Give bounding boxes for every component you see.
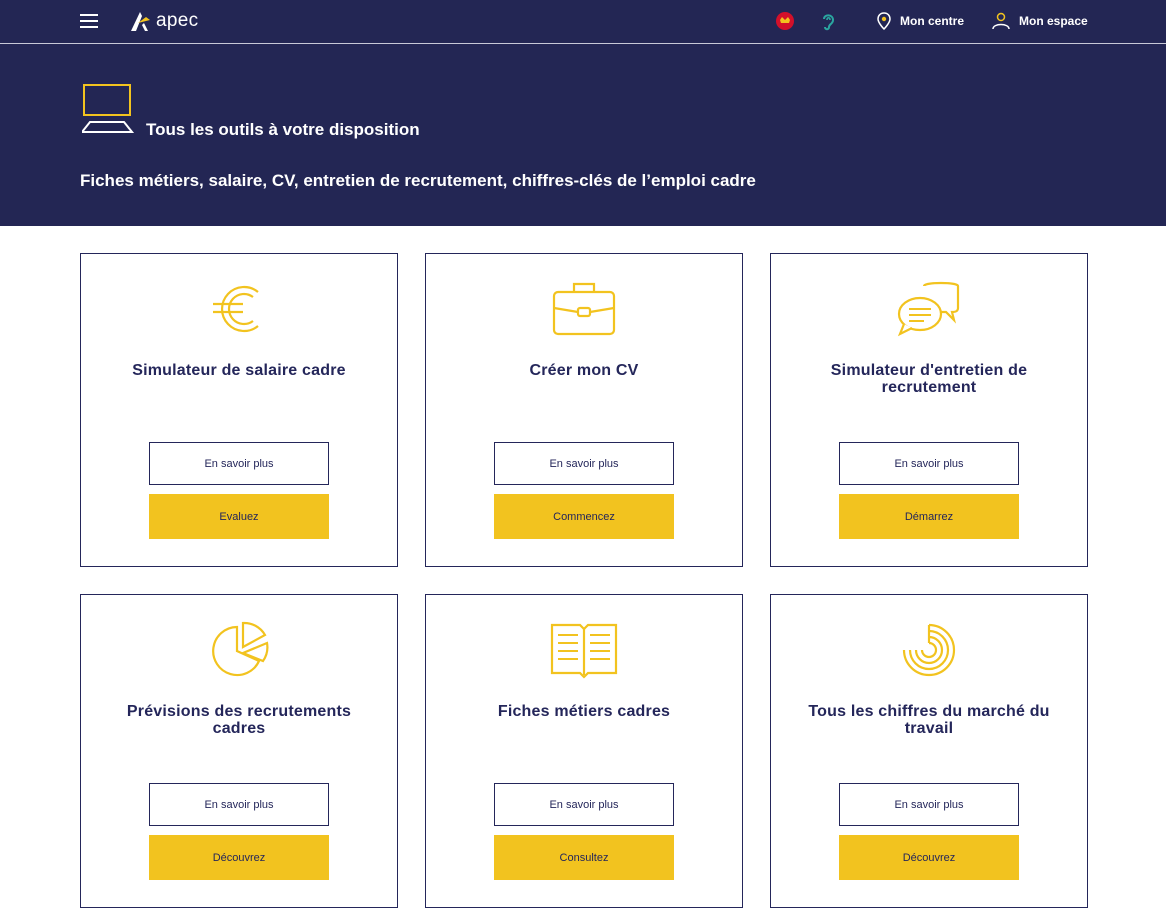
discover-button[interactable]: Découvrez [839,835,1019,880]
card-labor-market-figures: Tous les chiffres du marché du travail E… [770,594,1088,908]
top-navigation-bar: apec Mon centre Mon espace [0,0,1166,44]
card-job-sheets: Fiches métiers cadres En savoir plus Con… [425,594,743,908]
apec-logo-mark [131,12,150,31]
location-pin-icon [877,12,891,30]
nav-mon-espace-label: Mon espace [1019,14,1088,28]
hero-title: Tous les outils à votre disposition [146,120,420,139]
discover-button[interactable]: Découvrez [149,835,329,880]
user-icon [992,12,1010,30]
nav-mon-centre-label: Mon centre [900,14,965,28]
card-interview-simulator: Simulateur d'entretien de recrutement En… [770,253,1088,567]
hero-banner: Tous les outils à votre disposition Fich… [0,44,1166,226]
open-book-icon [426,621,742,679]
hearing-icon[interactable] [818,11,838,31]
apec-logo[interactable]: apec [128,8,198,34]
card-title: Fiches métiers cadres [497,703,671,720]
card-title: Créer mon CV [529,362,639,379]
evaluate-button[interactable]: Evaluez [149,494,329,539]
start-cv-button[interactable]: Commencez [494,494,674,539]
nav-mon-espace[interactable]: Mon espace [991,12,1088,30]
pie-chart-icon [81,621,397,679]
euro-icon [81,280,397,338]
learn-more-button[interactable]: En savoir plus [839,783,1019,826]
spiral-chart-icon [771,621,1087,679]
accessibility-icon[interactable] [775,11,795,31]
learn-more-button[interactable]: En savoir plus [149,783,329,826]
card-title: Prévisions des recrutements cadres [126,703,352,737]
nav-mon-centre[interactable]: Mon centre [876,12,964,30]
card-recruitment-forecast: Prévisions des recrutements cadres En sa… [80,594,398,908]
card-title: Simulateur d'entretien de recrutement [830,362,1028,396]
card-title: Tous les chiffres du marché du travail [808,703,1050,737]
briefcase-icon [426,280,742,338]
learn-more-button[interactable]: En savoir plus [494,783,674,826]
consult-button[interactable]: Consultez [494,835,674,880]
learn-more-button[interactable]: En savoir plus [839,442,1019,485]
start-interview-button[interactable]: Démarrez [839,494,1019,539]
menu-icon[interactable] [80,14,98,28]
learn-more-button[interactable]: En savoir plus [494,442,674,485]
learn-more-button[interactable]: En savoir plus [149,442,329,485]
laptop-icon [82,84,134,133]
logo-text: apec [156,10,199,31]
hero-subtitle: Fiches métiers, salaire, CV, entretien d… [80,171,756,190]
card-title: Simulateur de salaire cadre [132,362,346,379]
card-salary-simulator: Simulateur de salaire cadre En savoir pl… [80,253,398,567]
chat-bubbles-icon [771,280,1087,338]
card-create-cv: Créer mon CV En savoir plus Commencez [425,253,743,567]
